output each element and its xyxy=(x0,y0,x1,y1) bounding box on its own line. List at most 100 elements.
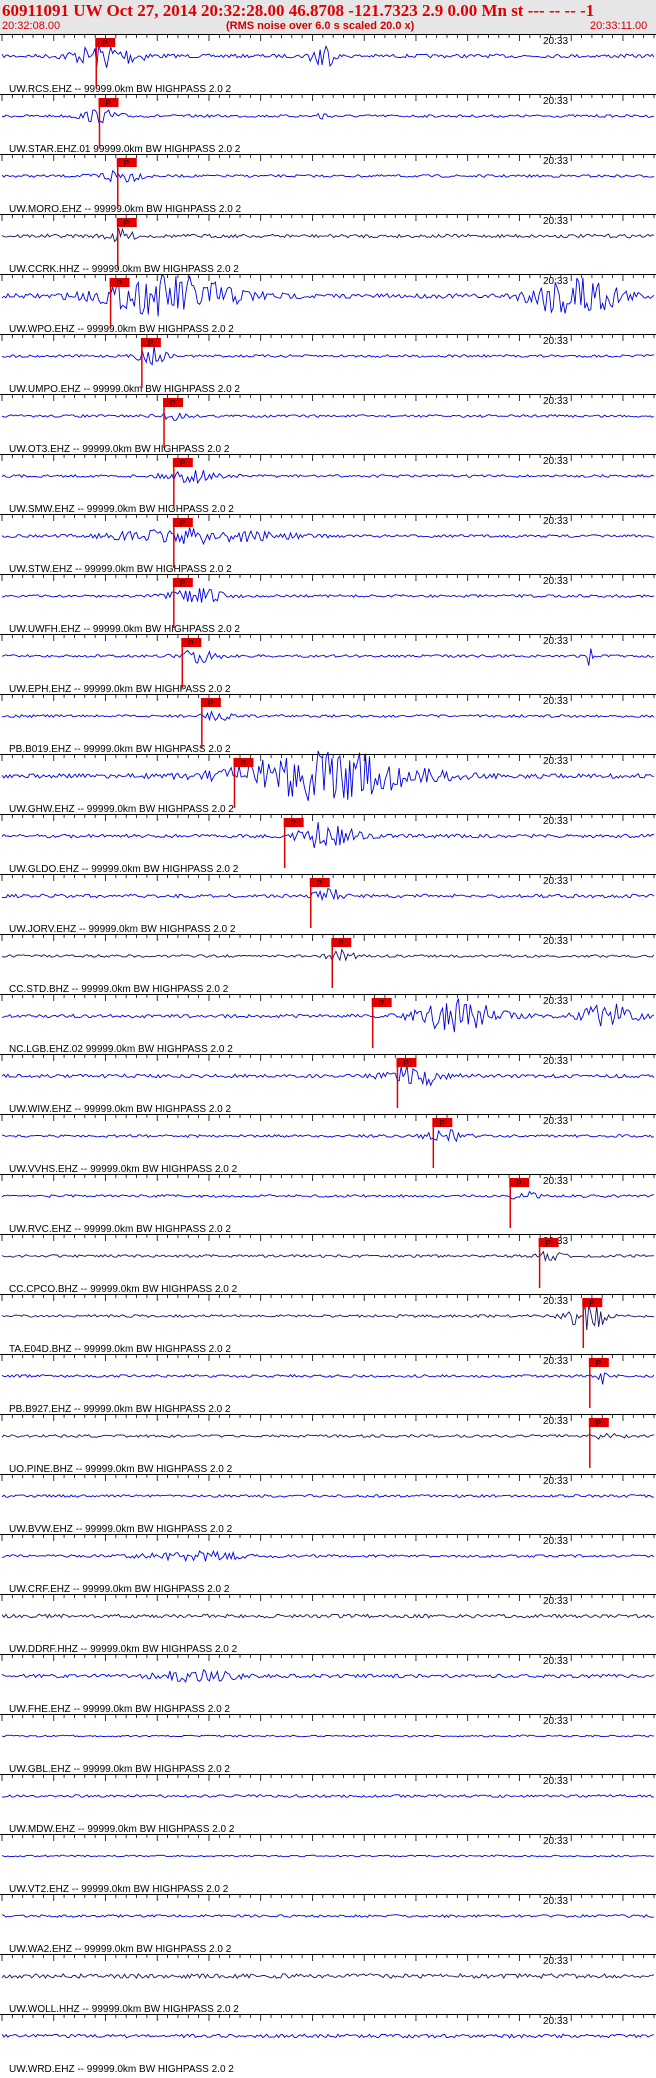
time-tick-label: 20:33 xyxy=(543,2016,568,2027)
time-tick-label: 20:33 xyxy=(543,876,568,887)
time-tick-label: 20:33 xyxy=(543,936,568,947)
time-tick-label: 20:33 xyxy=(543,816,568,827)
end-time: 20:33:11.00 xyxy=(590,20,648,32)
trace-row: 20:33 UW.WIW.EHZ -- 99999.0km BW HIGHPASS… xyxy=(0,1054,656,1115)
pick-label: P xyxy=(317,879,322,888)
time-tick-label: 20:33 xyxy=(543,636,568,647)
header-bar: 60911091 UW Oct 27, 2014 20:32:28.00 46.… xyxy=(0,0,656,34)
waveform xyxy=(1,346,655,366)
pick-label: P xyxy=(180,459,185,468)
trace-row: 20:33 UW.VVHS.EHZ -- 99999.0km BW HIGHPAS… xyxy=(0,1114,656,1175)
trace-row: 20:33 UW.DDRF.HHZ -- 99999.0km BW HIGHPAS… xyxy=(0,1594,656,1655)
trace-row: 20:33 UW.SMW.EHZ -- 99999.0km BW HIGHPASS… xyxy=(0,454,656,515)
pick-label: P xyxy=(516,1179,521,1188)
trace-row: 20:33 UW.EPH.EHZ -- 99999.0km BW HIGHPASS… xyxy=(0,634,656,695)
waveform xyxy=(1,470,655,485)
trace-row: 20:33 UW.GHW.EHZ -- 99999.0km BW HIGHPASS… xyxy=(0,750,656,815)
trace-row: 20:33 UW.MDW.EHZ -- 99999.0km BW HIGHPASS… xyxy=(0,1774,656,1835)
station-label: UW.FHE.EHZ -- 99999.0km BW HIGHPASS 2.0 … xyxy=(9,1704,230,1715)
time-tick-label: 20:33 xyxy=(543,1836,568,1847)
trace-row: 20:33 CC.STD.BHZ -- 99999.0km BW HIGHPASS… xyxy=(0,934,656,995)
station-label: CC.STD.BHZ -- 99999.0km BW HIGHPASS 2.0 … xyxy=(9,984,229,995)
time-tick-label: 20:33 xyxy=(543,1776,568,1787)
trace-row: 20:33CC.CPCO.BHZ -- 99999.0km BW HIGHPAS… xyxy=(0,1234,656,1295)
waveform xyxy=(1,1914,655,1918)
pick-label: P xyxy=(240,759,245,768)
station-label: UW.WA2.EHZ -- 99999.0km BW HIGHPASS 2.0 … xyxy=(9,1944,232,1955)
waveform xyxy=(1,1065,655,1087)
time-tick-label: 20:33 xyxy=(543,276,568,287)
station-label: CC.CPCO.BHZ -- 99999.0km BW HIGHPASS 2.0… xyxy=(9,1284,238,1295)
station-label: UW.JORV.EHZ -- 99999.0km BW HIGHPASS 2.0… xyxy=(9,924,236,935)
time-tick-label: 20:33 xyxy=(543,456,568,467)
trace-row: 20:33 TA.E04D.BHZ -- 99999.0km BW HIGHPAS… xyxy=(0,1294,656,1355)
station-label: UW.SMW.EHZ -- 99999.0km BW HIGHPASS 2.0 … xyxy=(9,504,234,515)
waveform xyxy=(1,1494,655,1498)
pick-label: P xyxy=(596,1419,601,1428)
time-tick-label: 20:33 xyxy=(543,1476,568,1487)
seismogram-plot: 20:33 UW.RCS.EHZ -- 99999.0km BW HIGHPASS… xyxy=(0,34,656,2075)
time-tick-label: 20:33 xyxy=(543,516,568,527)
pick-label: P xyxy=(117,279,122,288)
pick-label: P xyxy=(403,1059,408,1068)
trace-row: 20:33 UW.RCS.EHZ -- 99999.0km BW HIGHPASS… xyxy=(0,34,656,95)
time-tick-label: 20:33 xyxy=(543,1176,568,1187)
pick-label: P xyxy=(188,639,193,648)
time-tick-label: 20:33 xyxy=(543,1116,568,1127)
time-tick-label: 20:33 xyxy=(543,576,568,587)
pick-label: P xyxy=(291,819,296,828)
station-label: UW.CRF.EHZ -- 99999.0km BW HIGHPASS 2.0 … xyxy=(9,1584,230,1595)
time-tick-label: 20:33 xyxy=(543,216,568,227)
station-label: UW.WIW.EHZ -- 99999.0km BW HIGHPASS 2.0 … xyxy=(9,1104,232,1115)
trace-row: 20:33 UW.FHE.EHZ -- 99999.0km BW HIGHPASS… xyxy=(0,1654,656,1715)
pick-label: P xyxy=(596,1359,601,1368)
trace-row: 20:33 UO.PINE.BHZ -- 99999.0km BW HIGHPAS… xyxy=(0,1414,656,1475)
waveform xyxy=(1,2033,655,2039)
station-label: UW.WOLL.HHZ -- 99999.0km BW HIGHPASS 2.0… xyxy=(9,2004,239,2015)
station-label: UW.VT2.EHZ -- 99999.0km BW HIGHPASS 2.0 … xyxy=(9,1884,229,1895)
trace-row: 20:33 UW.UMPO.EHZ -- 99999.0km BW HIGHPAS… xyxy=(0,334,656,395)
pick-label: P xyxy=(105,99,110,108)
trace-row: 20:33 UW.WOLL.HHZ -- 99999.0km BW HIGHPAS… xyxy=(0,1954,656,2015)
waveform xyxy=(1,887,655,902)
trace-row: 20:33 PB.B927.EHZ -- 99999.0km BW HIGHPAS… xyxy=(0,1354,656,1415)
pick-label: P xyxy=(208,699,213,708)
waveform xyxy=(1,44,655,68)
time-tick-label: 20:33 xyxy=(543,1956,568,1967)
pick-label: P xyxy=(379,999,384,1008)
station-label: NC.LGB.EHZ.02 99999.0km BW HIGHPASS 2.0 … xyxy=(9,1044,233,1055)
time-tick-label: 20:33 xyxy=(543,1356,568,1367)
trace-row: 20:33 UW.GBL.EHZ -- 99999.0km BW HIGHPASS… xyxy=(0,1714,656,1775)
pick-label: P xyxy=(338,939,343,948)
station-label: UW.MORO.EHZ -- 99999.0km BW HIGHPASS 2.0… xyxy=(9,204,242,215)
time-tick-label: 20:33 xyxy=(543,1716,568,1727)
time-tick-label: 20:33 xyxy=(543,96,568,107)
trace-row: 20:33 UW.VT2.EHZ -- 99999.0km BW HIGHPASS… xyxy=(0,1834,656,1895)
pick-label: P xyxy=(180,519,185,528)
time-tick-label: 20:33 xyxy=(543,1656,568,1667)
pick-label: P xyxy=(102,39,107,48)
trace-row: 20:33 UW.WRD.EHZ -- 99999.0km BW HIGHPASS… xyxy=(0,2014,656,2075)
waveform xyxy=(1,1549,655,1563)
pick-label: P xyxy=(589,1299,594,1308)
station-label: UW.MDW.EHZ -- 99999.0km BW HIGHPASS 2.0 … xyxy=(9,1824,235,1835)
time-tick-label: 20:33 xyxy=(543,1896,568,1907)
trace-row: 20:33 PB.B019.EHZ -- 99999.0km BW HIGHPAS… xyxy=(0,694,656,755)
waveform xyxy=(1,948,655,962)
station-label: UW.DDRF.HHZ -- 99999.0km BW HIGHPASS 2.0… xyxy=(9,1644,238,1655)
pick-label: P xyxy=(124,159,129,168)
waveform xyxy=(1,1613,655,1619)
time-tick-label: 20:33 xyxy=(543,156,568,167)
trace-row: 20:33 UW.BVW.EHZ -- 99999.0km BW HIGHPASS… xyxy=(0,1474,656,1535)
start-time: 20:32:08.00 xyxy=(2,20,61,32)
time-tick-label: 20:33 xyxy=(543,1056,568,1067)
trace-row: 20:33 UW.OT3.EHZ -- 99999.0km BW HIGHPASS… xyxy=(0,394,656,455)
station-label: UW.RCS.EHZ -- 99999.0km BW HIGHPASS 2.0 … xyxy=(9,84,232,95)
waveform xyxy=(1,527,654,546)
time-tick-label: 20:33 xyxy=(543,1416,568,1427)
trace-row: 20:33 NC.LGB.EHZ.02 99999.0km BW HIGHPASS… xyxy=(0,994,656,1055)
station-label: UW.OT3.EHZ -- 99999.0km BW HIGHPASS 2.0 … xyxy=(9,444,230,455)
scaling-note: (RMS noise over 6.0 s scaled 20.0 x) xyxy=(226,20,415,32)
station-label: TA.E04D.BHZ -- 99999.0km BW HIGHPASS 2.0… xyxy=(9,1344,231,1355)
station-label: PB.B927.EHZ -- 99999.0km BW HIGHPASS 2.0… xyxy=(9,1404,231,1415)
